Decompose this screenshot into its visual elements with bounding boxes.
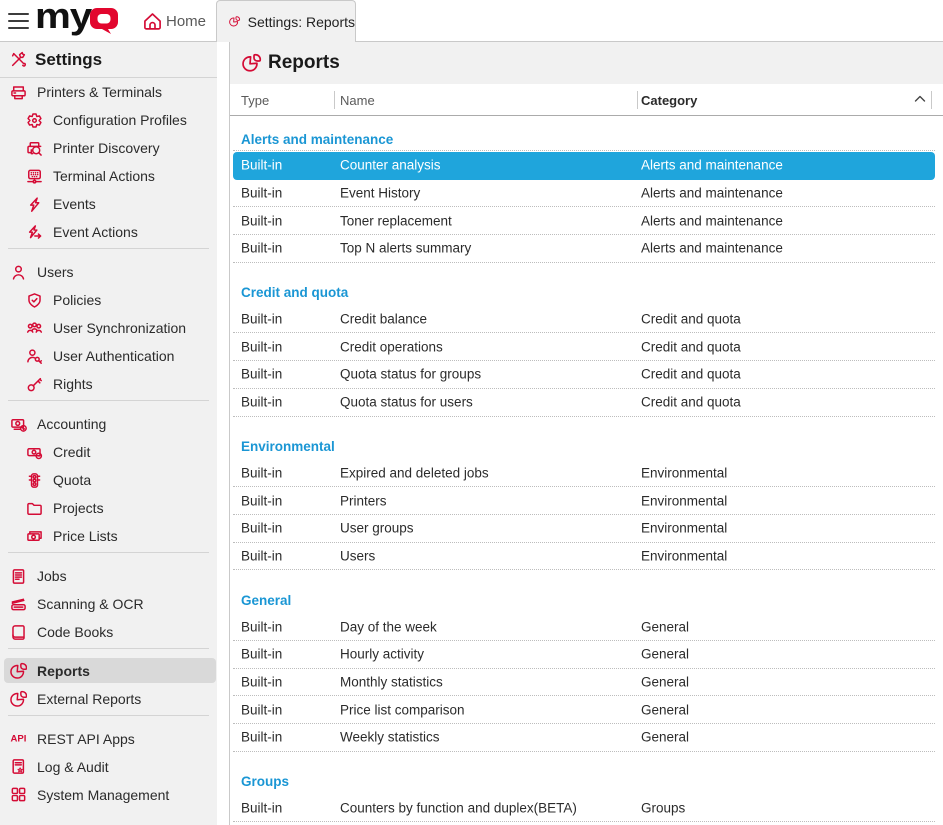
svg-text:API: API — [11, 734, 27, 745]
